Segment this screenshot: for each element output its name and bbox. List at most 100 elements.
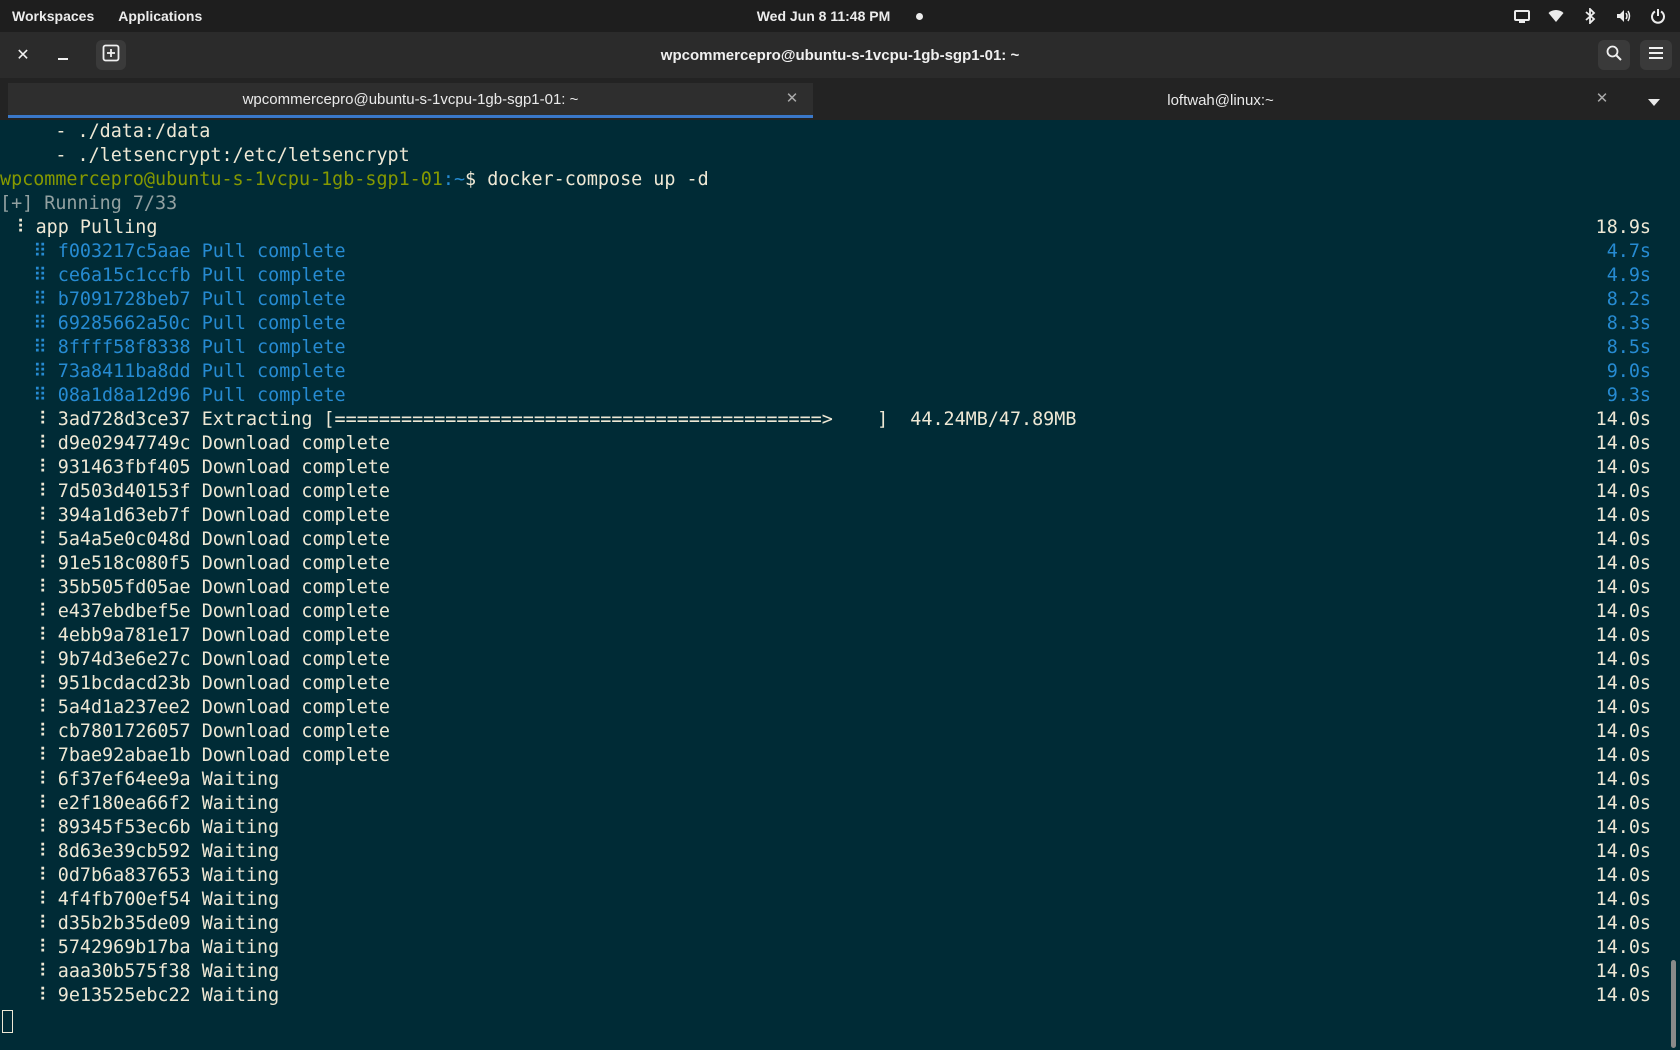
layer-time: 9.0s bbox=[1606, 361, 1651, 382]
tab-label: wpcommercepro@ubuntu-s-1vcpu-1gb-sgp1-01… bbox=[242, 90, 579, 108]
layer-line: ⠸ 5742969b17ba Waiting bbox=[0, 937, 280, 958]
layer-time: 14.0s bbox=[1595, 529, 1651, 550]
new-tab-button[interactable] bbox=[96, 40, 126, 70]
layer-line: ⠸ 4ebb9a781e17 Download complete bbox=[0, 625, 390, 646]
layer-line: ⠸ 5a4a5e0c048d Download complete bbox=[0, 529, 390, 550]
layer-line: ⠸ e2f180ea66f2 Waiting bbox=[0, 793, 280, 814]
screen-icon[interactable] bbox=[1514, 8, 1530, 24]
close-window-button[interactable]: ✕ bbox=[8, 40, 38, 70]
system-tray bbox=[1514, 0, 1666, 32]
layer-time: 14.0s bbox=[1595, 553, 1651, 574]
close-tab-icon[interactable]: ✕ bbox=[1595, 91, 1609, 106]
layer-time: 14.0s bbox=[1595, 913, 1651, 934]
layer-line: ⠸ 7d503d40153f Download complete bbox=[0, 481, 390, 502]
layer-line: ⠿ ce6a15c1ccfb Pull complete bbox=[0, 265, 346, 286]
layer-line: ⠸ e437ebdbef5e Download complete bbox=[0, 601, 390, 622]
app-pulling-line: ⠸ app Pulling bbox=[0, 217, 158, 238]
layer-time: 8.3s bbox=[1606, 313, 1651, 334]
tab-wpcommercepro[interactable]: wpcommercepro@ubuntu-s-1vcpu-1gb-sgp1-01… bbox=[8, 83, 813, 118]
layer-time: 14.0s bbox=[1595, 937, 1651, 958]
layer-line: ⠸ 8d63e39cb592 Waiting bbox=[0, 841, 280, 862]
tab-bar: wpcommercepro@ubuntu-s-1vcpu-1gb-sgp1-01… bbox=[0, 78, 1680, 120]
layer-line: ⠸ 9b74d3e6e27c Download complete bbox=[0, 649, 390, 670]
layer-time: 9.3s bbox=[1606, 385, 1651, 406]
layer-time: 14.0s bbox=[1595, 625, 1651, 646]
clock-label[interactable]: Wed Jun 8 11:48 PM bbox=[757, 8, 891, 24]
close-tab-icon[interactable]: ✕ bbox=[785, 91, 799, 106]
layer-time: 14.0s bbox=[1595, 889, 1651, 910]
applications-button[interactable]: Applications bbox=[118, 8, 202, 24]
clock-area: Wed Jun 8 11:48 PM bbox=[0, 0, 1680, 32]
layer-time: 4.9s bbox=[1606, 265, 1651, 286]
layer-time: 14.0s bbox=[1595, 985, 1651, 1006]
power-icon[interactable] bbox=[1650, 8, 1666, 24]
terminal-line: - ./letsencrypt:/etc/letsencrypt bbox=[0, 145, 410, 166]
layer-time: 14.0s bbox=[1595, 745, 1651, 766]
prompt-path: :~ bbox=[442, 169, 466, 190]
new-tab-icon bbox=[102, 44, 120, 67]
window-title-bar: ✕ wpcommercepro@ubuntu-s-1vcpu-1gb-sgp1-… bbox=[0, 32, 1680, 78]
terminal-cursor bbox=[2, 1010, 13, 1033]
layer-time: 14.0s bbox=[1595, 841, 1651, 862]
layer-line: ⠸ 9e13525ebc22 Waiting bbox=[0, 985, 280, 1006]
window-title: wpcommercepro@ubuntu-s-1vcpu-1gb-sgp1-01… bbox=[660, 46, 1020, 64]
search-button[interactable] bbox=[1598, 40, 1630, 70]
layer-line: ⠸ 951bcdacd23b Download complete bbox=[0, 673, 390, 694]
menu-button[interactable] bbox=[1640, 40, 1672, 70]
layer-line: ⠿ 73a8411ba8dd Pull complete bbox=[0, 361, 346, 382]
prompt-user: wpcommercepro@ubuntu-s-1vcpu-1gb-sgp1-01 bbox=[0, 169, 443, 190]
layer-time: 14.0s bbox=[1595, 817, 1651, 838]
tab-loftwah[interactable]: loftwah@linux:~ ✕ bbox=[818, 83, 1623, 117]
layer-time: 14.0s bbox=[1595, 649, 1651, 670]
terminal-scrollbar[interactable] bbox=[1666, 120, 1680, 1050]
close-icon: ✕ bbox=[16, 47, 30, 64]
running-status: [+] Running 7/33 bbox=[0, 193, 178, 214]
tab-label: loftwah@linux:~ bbox=[1167, 91, 1274, 109]
scrollbar-thumb[interactable] bbox=[1671, 960, 1676, 1048]
layer-line: ⠸ cb7801726057 Download complete bbox=[0, 721, 390, 742]
search-icon bbox=[1606, 45, 1622, 66]
chevron-down-icon bbox=[1648, 94, 1660, 111]
wifi-icon[interactable] bbox=[1548, 8, 1564, 24]
menu-icon bbox=[1648, 46, 1664, 65]
layer-time: 14.0s bbox=[1595, 481, 1651, 502]
layer-time: 14.0s bbox=[1595, 793, 1651, 814]
command-text: docker-compose up -d bbox=[487, 169, 709, 190]
layer-line: ⠸ d9e02947749c Download complete bbox=[0, 433, 390, 454]
layer-line: ⠸ 35b505fd05ae Download complete bbox=[0, 577, 390, 598]
layer-line: ⠸ 91e518c080f5 Download complete bbox=[0, 553, 390, 574]
layer-line: ⠿ 08a1d8a12d96 Pull complete bbox=[0, 385, 346, 406]
layer-line: ⠸ 5a4d1a237ee2 Download complete bbox=[0, 697, 390, 718]
workspaces-button[interactable]: Workspaces bbox=[12, 8, 94, 24]
volume-icon[interactable] bbox=[1616, 8, 1632, 24]
terminal-output[interactable]: - ./data:/data - ./letsencrypt:/etc/lets… bbox=[0, 120, 1666, 1050]
layer-time: 14.0s bbox=[1595, 433, 1651, 454]
layer-time: 14.0s bbox=[1595, 769, 1651, 790]
notification-dot-icon bbox=[916, 12, 924, 20]
layer-time: 14.0s bbox=[1595, 505, 1651, 526]
minimize-window-button[interactable] bbox=[48, 40, 78, 70]
layer-line: ⠸ 4f4fb700ef54 Waiting bbox=[0, 889, 280, 910]
layer-time: 14.0s bbox=[1595, 673, 1651, 694]
layer-line: ⠸ aaa30b575f38 Waiting bbox=[0, 961, 280, 982]
tab-list-dropdown[interactable] bbox=[1648, 94, 1660, 112]
layer-time: 14.0s bbox=[1595, 865, 1651, 886]
layer-line: ⠿ f003217c5aae Pull complete bbox=[0, 241, 346, 262]
bluetooth-icon[interactable] bbox=[1582, 8, 1598, 24]
layer-line: ⠸ 7bae92abae1b Download complete bbox=[0, 745, 390, 766]
layer-time: 14.0s bbox=[1595, 457, 1651, 478]
layer-time: 14.0s bbox=[1595, 697, 1651, 718]
layer-time: 4.7s bbox=[1606, 241, 1651, 262]
top-bar-menus: Workspaces Applications bbox=[12, 0, 202, 32]
layer-line: ⠸ 0d7b6a837653 Waiting bbox=[0, 865, 280, 886]
layer-line: ⠿ 8ffff58f8338 Pull complete bbox=[0, 337, 346, 358]
layer-line: ⠿ 69285662a50c Pull complete bbox=[0, 313, 346, 334]
system-top-bar: Workspaces Applications Wed Jun 8 11:48 … bbox=[0, 0, 1680, 32]
layer-line: ⠸ 931463fbf405 Download complete bbox=[0, 457, 390, 478]
app-pulling-time: 18.9s bbox=[1595, 217, 1651, 238]
layer-line: ⠿ b7091728beb7 Pull complete bbox=[0, 289, 346, 310]
layer-line: ⠸ 6f37ef64ee9a Waiting bbox=[0, 769, 280, 790]
prompt-sigil: $ bbox=[465, 169, 488, 190]
layer-time: 8.2s bbox=[1606, 289, 1651, 310]
terminal-line: - ./data:/data bbox=[0, 121, 211, 142]
